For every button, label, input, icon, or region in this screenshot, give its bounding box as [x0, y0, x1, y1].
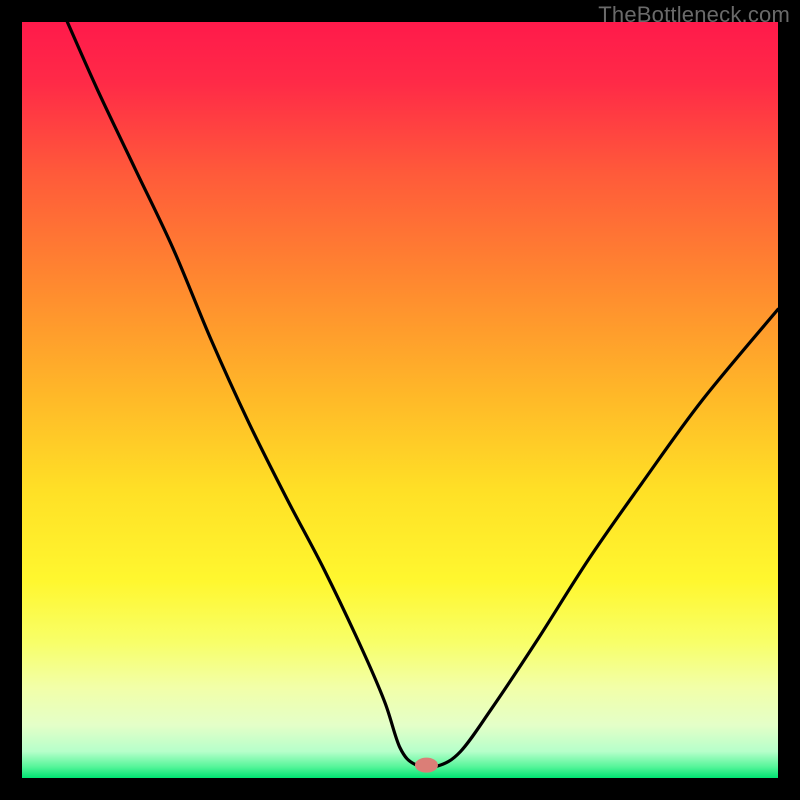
watermark-text: TheBottleneck.com — [598, 2, 790, 28]
chart-frame: TheBottleneck.com — [0, 0, 800, 800]
optimal-point-marker — [415, 758, 437, 772]
plot-area — [22, 22, 778, 778]
bottleneck-chart-svg — [22, 22, 778, 778]
gradient-background — [22, 22, 778, 778]
